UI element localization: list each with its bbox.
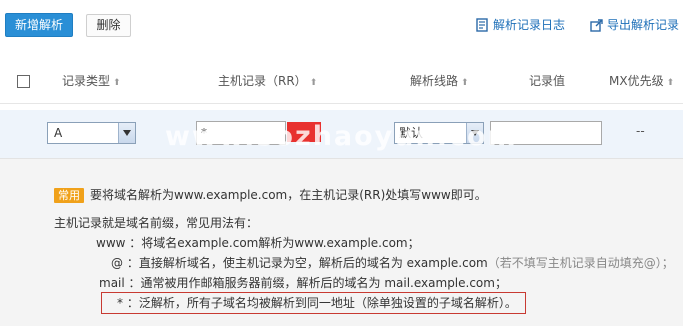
tip-item-note: （若不填写主机记录自动填充@）； bbox=[487, 256, 674, 270]
sort-arrow-icon: ⬆ bbox=[461, 78, 469, 88]
record-log-label: 解析记录日志 bbox=[493, 18, 566, 32]
chevron-down-icon[interactable] bbox=[118, 123, 135, 143]
tip-item: @ ：直接解析域名，使主机记录为空，解析后的域名为 example.com（若不… bbox=[111, 254, 674, 272]
tip-item: mail ：通常被用作邮箱服务器前缀，解析后的域名为 mail.example.… bbox=[99, 274, 507, 292]
header-record-type[interactable]: 记录类型 ⬆ bbox=[62, 72, 121, 90]
add-record-button[interactable]: 新增解析 bbox=[5, 13, 73, 37]
sort-arrow-icon: ⬆ bbox=[309, 78, 318, 88]
highlight-box bbox=[101, 292, 526, 314]
record-log-link[interactable]: 解析记录日志 bbox=[476, 15, 565, 35]
delete-button[interactable]: 删除 bbox=[86, 14, 131, 37]
common-tip-text: 要将域名解析为www.example.com，在主机记录(RR)处填写www即可… bbox=[90, 188, 487, 202]
header-line[interactable]: 解析线路 ⬆ bbox=[410, 72, 469, 90]
header-record-type-label: 记录类型 bbox=[62, 74, 111, 88]
export-icon bbox=[590, 18, 603, 32]
mx-priority-value: -- bbox=[636, 124, 645, 138]
tip-item-desc: 通常被用作邮箱服务器前缀，解析后的域名为 mail.example.com； bbox=[140, 276, 507, 290]
host-record-input[interactable]: * bbox=[196, 121, 286, 145]
line-select[interactable]: 默认 bbox=[394, 122, 484, 144]
tip-item: www ：将域名example.com解析为www.example.com； bbox=[96, 234, 420, 252]
tip-item-desc: 将域名example.com解析为www.example.com； bbox=[141, 236, 420, 250]
red-mark bbox=[287, 122, 321, 142]
common-badge: 常用 bbox=[54, 188, 84, 203]
chevron-down-icon[interactable] bbox=[466, 123, 483, 143]
header-mx[interactable]: MX优先级 ⬆ bbox=[609, 72, 674, 90]
record-value-input[interactable] bbox=[490, 121, 602, 145]
header-mx-label: MX优先级 bbox=[609, 74, 664, 88]
record-type-select[interactable]: A bbox=[47, 122, 136, 144]
export-records-link[interactable]: 导出解析记录 bbox=[590, 15, 679, 35]
sort-arrow-icon: ⬆ bbox=[113, 78, 121, 88]
tip-item-key: @ ： bbox=[111, 256, 139, 270]
header-value: 记录值 bbox=[529, 74, 566, 88]
sort-arrow-icon: ⬆ bbox=[666, 78, 675, 88]
toolbar: 新增解析 删除 解析记录日志 导出解析记录 bbox=[0, 0, 683, 56]
header-host[interactable]: 主机记录（RR） ⬆ bbox=[218, 72, 317, 90]
select-all-checkbox[interactable] bbox=[17, 75, 30, 88]
tip-item-key: www ： bbox=[96, 236, 142, 250]
header-line-label: 解析线路 bbox=[410, 74, 459, 88]
line-select-value: 默认 bbox=[399, 126, 424, 140]
tips-intro: 主机记录就是域名前缀，常见用法有： bbox=[54, 216, 259, 230]
tip-item-key: mail ： bbox=[99, 276, 141, 290]
log-icon bbox=[476, 18, 489, 32]
edit-record-row: A * 默认 -- bbox=[0, 110, 683, 158]
export-records-label: 导出解析记录 bbox=[607, 18, 680, 32]
tip-item-desc: 直接解析域名，使主机记录为空，解析后的域名为 example.com bbox=[138, 256, 488, 270]
common-tip: 常用 要将域名解析为www.example.com，在主机记录(RR)处填写www… bbox=[54, 186, 487, 204]
header-host-label: 主机记录（RR） bbox=[218, 74, 307, 88]
record-type-value: A bbox=[54, 126, 63, 140]
table-header: 记录类型 ⬆ 主机记录（RR） ⬆ 解析线路 ⬆ 记录值 MX优先级 ⬆ bbox=[0, 60, 683, 104]
